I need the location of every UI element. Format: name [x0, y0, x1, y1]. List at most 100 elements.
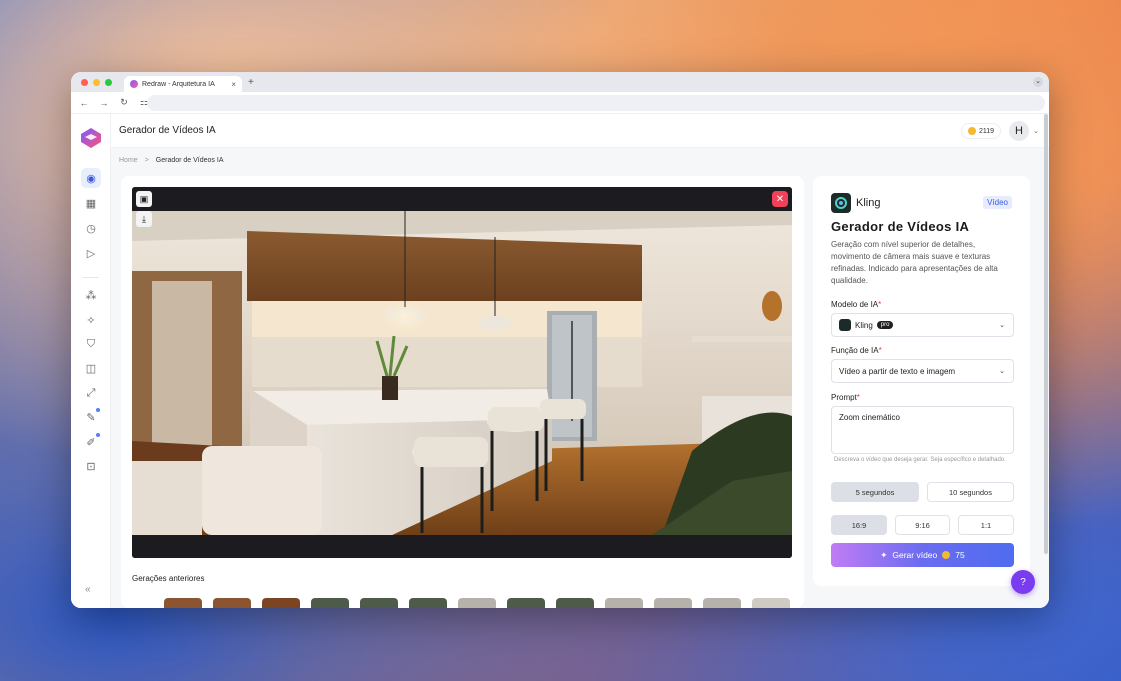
avatar[interactable]: H: [1009, 121, 1029, 141]
tab-bar: Redraw - Arquitetura IA × + ⌄: [71, 72, 1049, 92]
generation-thumbnail[interactable]: [703, 598, 741, 608]
player-top-bar: [132, 187, 792, 211]
generation-thumbnail[interactable]: [311, 598, 349, 608]
browser-window: Redraw - Arquitetura IA × + ⌄ ← → ↻ ⚏ ◉ …: [71, 72, 1049, 608]
play-circle-icon: ▷: [86, 247, 96, 260]
model-label: Modelo de IA*: [831, 300, 882, 309]
generate-label: Gerar vídeo: [892, 550, 938, 560]
back-arrow-icon[interactable]: ←: [79, 98, 89, 108]
credits-badge[interactable]: 2119: [960, 123, 1001, 139]
chevron-down-icon[interactable]: ⌄: [1033, 127, 1039, 135]
function-select-value: Vídeo a partir de texto e imagem: [839, 366, 956, 376]
generation-thumbnail[interactable]: [360, 598, 398, 608]
close-window-button[interactable]: [81, 78, 88, 86]
tab-close-icon[interactable]: ×: [231, 80, 236, 89]
prompt-input[interactable]: Zoom cinemático: [831, 406, 1014, 454]
generation-thumbnail[interactable]: [164, 598, 202, 608]
sidebar-item-history[interactable]: ◷: [81, 218, 101, 238]
type-badge: Vídeo: [983, 196, 1012, 209]
sidebar-item-brush[interactable]: ✎: [81, 407, 101, 427]
new-dot: [96, 408, 100, 412]
brush-icon: ✎: [86, 411, 96, 424]
app-header: Gerador de Vídeos IA 2119 H ⌄: [111, 114, 1049, 148]
app-root: ◉ ▦ ◷ ▷ ⁂ ✧ ⛉ ◫ ⤢ ✎ ✐ ⊡ « Gerador de Víd…: [71, 114, 1049, 608]
panel-title: Gerador de Vídeos IA: [831, 219, 970, 234]
sidebar-item-upscale[interactable]: ⤢: [81, 383, 101, 403]
new-tab-button[interactable]: +: [248, 77, 254, 88]
close-icon[interactable]: ✕: [772, 191, 788, 207]
download-icon[interactable]: ⤓: [136, 211, 152, 227]
help-chat-button[interactable]: ?: [1011, 570, 1035, 594]
tab-list-chevron-icon[interactable]: ⌄: [1033, 77, 1043, 87]
redraw-logo-icon[interactable]: [79, 126, 103, 150]
page-title: Gerador de Vídeos IA: [119, 125, 216, 136]
breadcrumb-separator-icon: >: [144, 157, 149, 164]
tab-title: Redraw - Arquitetura IA: [142, 80, 215, 88]
model-select[interactable]: Kling pro ⌄: [831, 313, 1014, 337]
generation-thumbnail[interactable]: [458, 598, 496, 608]
address-bar[interactable]: [147, 95, 1045, 111]
video-player[interactable]: ▣ ⤓ ✕: [132, 187, 792, 558]
generation-thumbnail[interactable]: [262, 598, 300, 608]
coin-icon: [942, 551, 951, 559]
forward-arrow-icon[interactable]: →: [99, 98, 109, 108]
generate-video-button[interactable]: ✦ Gerar vídeo 75: [831, 543, 1014, 567]
sidebar-item-magic[interactable]: ✧: [81, 310, 101, 330]
nodes-icon: ⁂: [85, 289, 97, 302]
minimize-window-button[interactable]: [93, 78, 100, 86]
browser-tab[interactable]: Redraw - Arquitetura IA ×: [124, 76, 242, 92]
ratio-16-9-button[interactable]: 16:9: [831, 515, 887, 535]
duration-10s-button[interactable]: 10 segundos: [927, 482, 1014, 502]
sparkle-icon: ✧: [86, 314, 96, 327]
reload-icon[interactable]: ↻: [119, 97, 129, 108]
player-bottom-bar: [132, 535, 792, 558]
previous-generations-title: Gerações anteriores: [132, 574, 205, 583]
sidebar-item-video-gen[interactable]: ⊡: [81, 456, 101, 476]
sidebar-item-tools[interactable]: ▦: [81, 193, 101, 213]
generate-cost: 75: [955, 550, 965, 560]
generation-thumbnail[interactable]: [556, 598, 594, 608]
sidebar-item-videos[interactable]: ▷: [81, 243, 101, 263]
maximize-window-button[interactable]: [105, 78, 112, 86]
ratio-1-1-button[interactable]: 1:1: [958, 515, 1014, 535]
previous-generations-list: [164, 598, 794, 608]
generation-thumbnail[interactable]: [213, 598, 251, 608]
edit-image-icon: ✐: [86, 436, 96, 449]
generation-thumbnail[interactable]: [409, 598, 447, 608]
chevron-down-icon: ⌄: [999, 368, 1005, 375]
sidebar-item-edit[interactable]: ✐: [81, 432, 101, 452]
video-preview-card: ▣ ⤓ ✕ Gerações anteriores: [121, 176, 804, 608]
clock-icon: ◷: [86, 222, 96, 235]
kling-icon: [839, 319, 851, 331]
function-select[interactable]: Vídeo a partir de texto e imagem ⌄: [831, 359, 1014, 383]
model-select-value: Kling: [855, 320, 873, 330]
breadcrumb-current: Gerador de Vídeos IA: [155, 157, 224, 164]
coin-icon: [967, 127, 976, 135]
generation-thumbnail[interactable]: [507, 598, 545, 608]
compass-icon: ◉: [86, 172, 96, 185]
prompt-hint: Descreva o vídeo que deseja gerar. Seja …: [834, 457, 1006, 463]
shield-icon: ⛉: [86, 337, 96, 350]
sidebar-item-compare[interactable]: ◫: [81, 358, 101, 378]
collapse-sidebar-icon[interactable]: «: [85, 584, 91, 595]
generation-thumbnail[interactable]: [752, 598, 790, 608]
expand-icon: ⤢: [86, 386, 96, 399]
sidebar-item-render[interactable]: ⁂: [81, 285, 101, 305]
panel-description: Geração com nível superior de detalhes, …: [831, 240, 998, 285]
grid-icon: ▦: [85, 197, 97, 210]
ratio-9-16-button[interactable]: 9:16: [895, 515, 950, 535]
page-scrollbar[interactable]: [1044, 114, 1048, 554]
save-icon[interactable]: ▣: [136, 191, 152, 207]
breadcrumb-home[interactable]: Home: [119, 157, 138, 164]
model-brand: Kling: [856, 197, 881, 209]
generation-thumbnail[interactable]: [654, 598, 692, 608]
sidebar-item-explore[interactable]: ◉: [81, 168, 101, 188]
duration-5s-button[interactable]: 5 segundos: [831, 482, 919, 502]
kitchen-render-image: [132, 211, 792, 535]
window-controls: [81, 78, 112, 86]
sidebar-item-shield[interactable]: ⛉: [81, 334, 101, 354]
sparkle-icon: ✦: [880, 549, 888, 560]
generation-thumbnail[interactable]: [605, 598, 643, 608]
function-label: Função de IA*: [831, 346, 882, 355]
sidebar: ◉ ▦ ◷ ▷ ⁂ ✧ ⛉ ◫ ⤢ ✎ ✐ ⊡ «: [71, 114, 111, 608]
